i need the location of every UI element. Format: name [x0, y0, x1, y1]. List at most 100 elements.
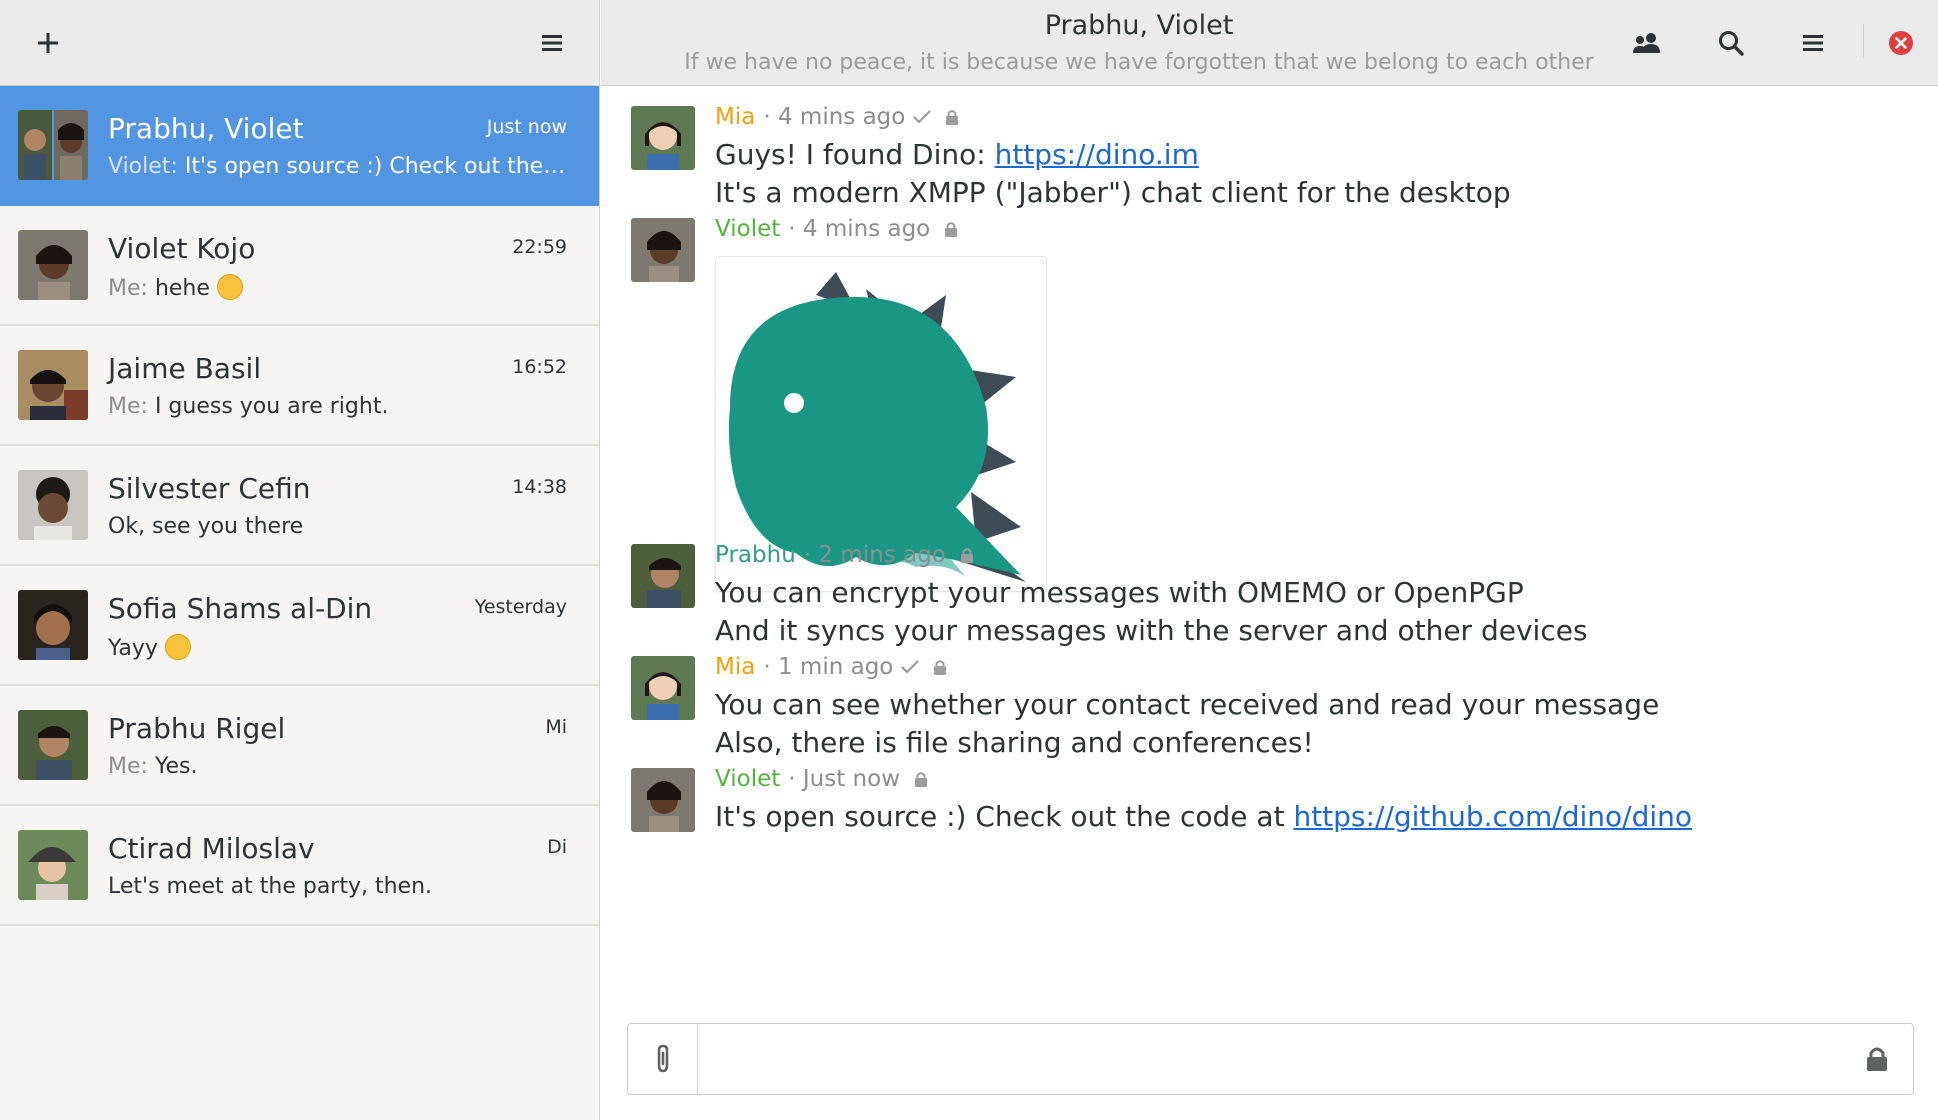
smiling-emoji-icon	[164, 634, 191, 660]
conversation-preview: Me: Yes.	[108, 754, 568, 779]
close-window-button[interactable]	[1879, 21, 1923, 65]
message-text: Guys! I found Dino:	[715, 138, 995, 171]
chat-menu-button[interactable]	[1791, 21, 1835, 65]
sender-name: Mia	[715, 654, 756, 680]
paperclip-icon	[657, 1044, 668, 1073]
chat-topic: If we have no peace, it is because we ha…	[684, 50, 1594, 75]
conversation-preview: Me: hehe	[108, 274, 568, 301]
message-meta: Violet · Just now	[715, 766, 928, 792]
preview-text: It's open source :) Check out the code a…	[184, 154, 568, 179]
conversation-time: Yesterday	[474, 596, 567, 618]
conversation-item[interactable]: Ctirad Miloslav Di Let's meet at the par…	[0, 806, 599, 926]
message-text: You can see whether your contact receive…	[715, 688, 1660, 721]
chat-title: Prabhu, Violet	[1044, 10, 1234, 41]
lock-icon	[914, 771, 928, 787]
message-body: It's open source :) Check out the code a…	[715, 798, 1692, 836]
preview-prefix: Me:	[108, 276, 148, 301]
conversation-name: Violet Kojo	[108, 232, 256, 265]
message-composer	[627, 1023, 1914, 1095]
add-conversation-button[interactable]	[26, 21, 70, 65]
lock-icon	[960, 547, 974, 563]
message-meta: Prabhu · 2 mins ago	[715, 542, 974, 568]
message-timestamp: · Just now	[788, 766, 901, 792]
message-body: You can encrypt your messages with OMEMO…	[715, 574, 1588, 650]
preview-prefix: Me:	[108, 394, 148, 419]
conversation-preview: Me: I guess you are right.	[108, 394, 568, 419]
message-meta: Mia · 4 mins ago	[715, 104, 959, 130]
conversation-item[interactable]: Sofia Shams al-Din Yesterday Yayy	[0, 566, 599, 686]
sender-avatar	[631, 218, 695, 282]
conversation-name: Jaime Basil	[108, 352, 262, 385]
message-history: Mia · 4 mins ago Guys! I found Dino: htt…	[601, 86, 1938, 1006]
contact-avatar	[18, 350, 88, 420]
conversation-name: Prabhu Rigel	[108, 712, 286, 745]
sender-avatar	[631, 106, 695, 170]
conversation-item[interactable]: Prabhu, Violet Just now Violet: It's ope…	[0, 86, 599, 206]
contact-avatar	[18, 230, 88, 300]
message-body: You can see whether your contact receive…	[715, 686, 1659, 762]
message-text: Also, there is file sharing and conferen…	[715, 726, 1314, 759]
sender-name: Violet	[715, 216, 781, 242]
occupants-icon	[1633, 33, 1660, 53]
message-meta: Mia · 1 min ago	[715, 654, 947, 680]
attach-file-button[interactable]	[628, 1024, 698, 1094]
sent-check-icon	[901, 660, 920, 674]
message-timestamp: · 1 min ago	[763, 654, 894, 680]
message-body: Guys! I found Dino: https://dino.im It's…	[715, 136, 1511, 212]
message-text: It's a modern XMPP ("Jabber") chat clien…	[715, 176, 1511, 209]
message-timestamp: · 4 mins ago	[788, 216, 931, 242]
conversation-name: Ctirad Miloslav	[108, 832, 315, 865]
conversation-list: Prabhu, Violet Just now Violet: It's ope…	[0, 86, 599, 926]
conversation-preview: Ok, see you there	[108, 514, 568, 539]
message-timestamp: · 2 mins ago	[803, 542, 946, 568]
lock-icon	[945, 109, 959, 125]
conversation-item[interactable]: Jaime Basil 16:52 Me: I guess you are ri…	[0, 326, 599, 446]
conversation-time: 14:38	[512, 476, 567, 498]
message-text: And it syncs your messages with the serv…	[715, 614, 1588, 647]
sender-avatar	[631, 768, 695, 832]
sender-name: Violet	[715, 766, 781, 792]
contact-avatar	[18, 590, 88, 660]
sent-check-icon	[913, 110, 932, 124]
search-button[interactable]	[1709, 21, 1753, 65]
conversation-preview: Yayy	[108, 634, 568, 661]
conversation-time: Di	[547, 836, 567, 858]
close-icon	[1889, 31, 1913, 55]
encryption-button[interactable]	[1855, 1037, 1899, 1081]
conversation-preview: Let's meet at the party, then.	[108, 874, 568, 899]
sidebar-header	[0, 0, 599, 86]
message-meta: Violet · 4 mins ago	[715, 216, 958, 242]
conversation-time: Just now	[486, 116, 567, 138]
conversation-name: Prabhu, Violet	[108, 112, 304, 145]
conversation-item[interactable]: Violet Kojo 22:59 Me: hehe	[0, 206, 599, 326]
conversation-preview: Violet: It's open source :) Check out th…	[108, 154, 568, 179]
lock-icon	[944, 221, 958, 237]
sender-name: Prabhu	[715, 542, 796, 568]
contact-avatar	[18, 830, 88, 900]
hamburger-menu-icon	[1803, 35, 1823, 51]
conversation-time: 22:59	[512, 236, 567, 258]
contact-avatar	[18, 710, 88, 780]
sidebar-menu-button[interactable]	[530, 21, 574, 65]
message-link[interactable]: https://github.com/dino/dino	[1293, 800, 1692, 833]
preview-prefix: Violet:	[108, 154, 178, 179]
chat-header: Prabhu, Violet If we have no peace, it i…	[601, 0, 1938, 86]
search-icon	[1719, 31, 1744, 56]
conversation-item[interactable]: Prabhu Rigel Mi Me: Yes.	[0, 686, 599, 806]
sender-avatar	[631, 656, 695, 720]
conversation-sidebar: Prabhu, Violet Just now Violet: It's ope…	[0, 0, 600, 1120]
lock-icon	[933, 659, 947, 675]
preview-text: Ok, see you there	[108, 514, 304, 539]
dino-logo-icon	[728, 272, 1026, 582]
lock-icon	[1867, 1047, 1887, 1071]
preview-text: Yayy	[108, 636, 158, 661]
message-input[interactable]	[700, 1024, 1830, 1094]
occupants-button[interactable]	[1625, 21, 1669, 65]
conversation-item[interactable]: Silvester Cefin 14:38 Ok, see you there	[0, 446, 599, 566]
message-link[interactable]: https://dino.im	[995, 138, 1199, 171]
conversation-name: Silvester Cefin	[108, 472, 311, 505]
preview-prefix: Me:	[108, 754, 148, 779]
preview-text: hehe	[154, 276, 210, 301]
preview-text: Yes.	[154, 754, 198, 779]
message-timestamp: · 4 mins ago	[763, 104, 906, 130]
